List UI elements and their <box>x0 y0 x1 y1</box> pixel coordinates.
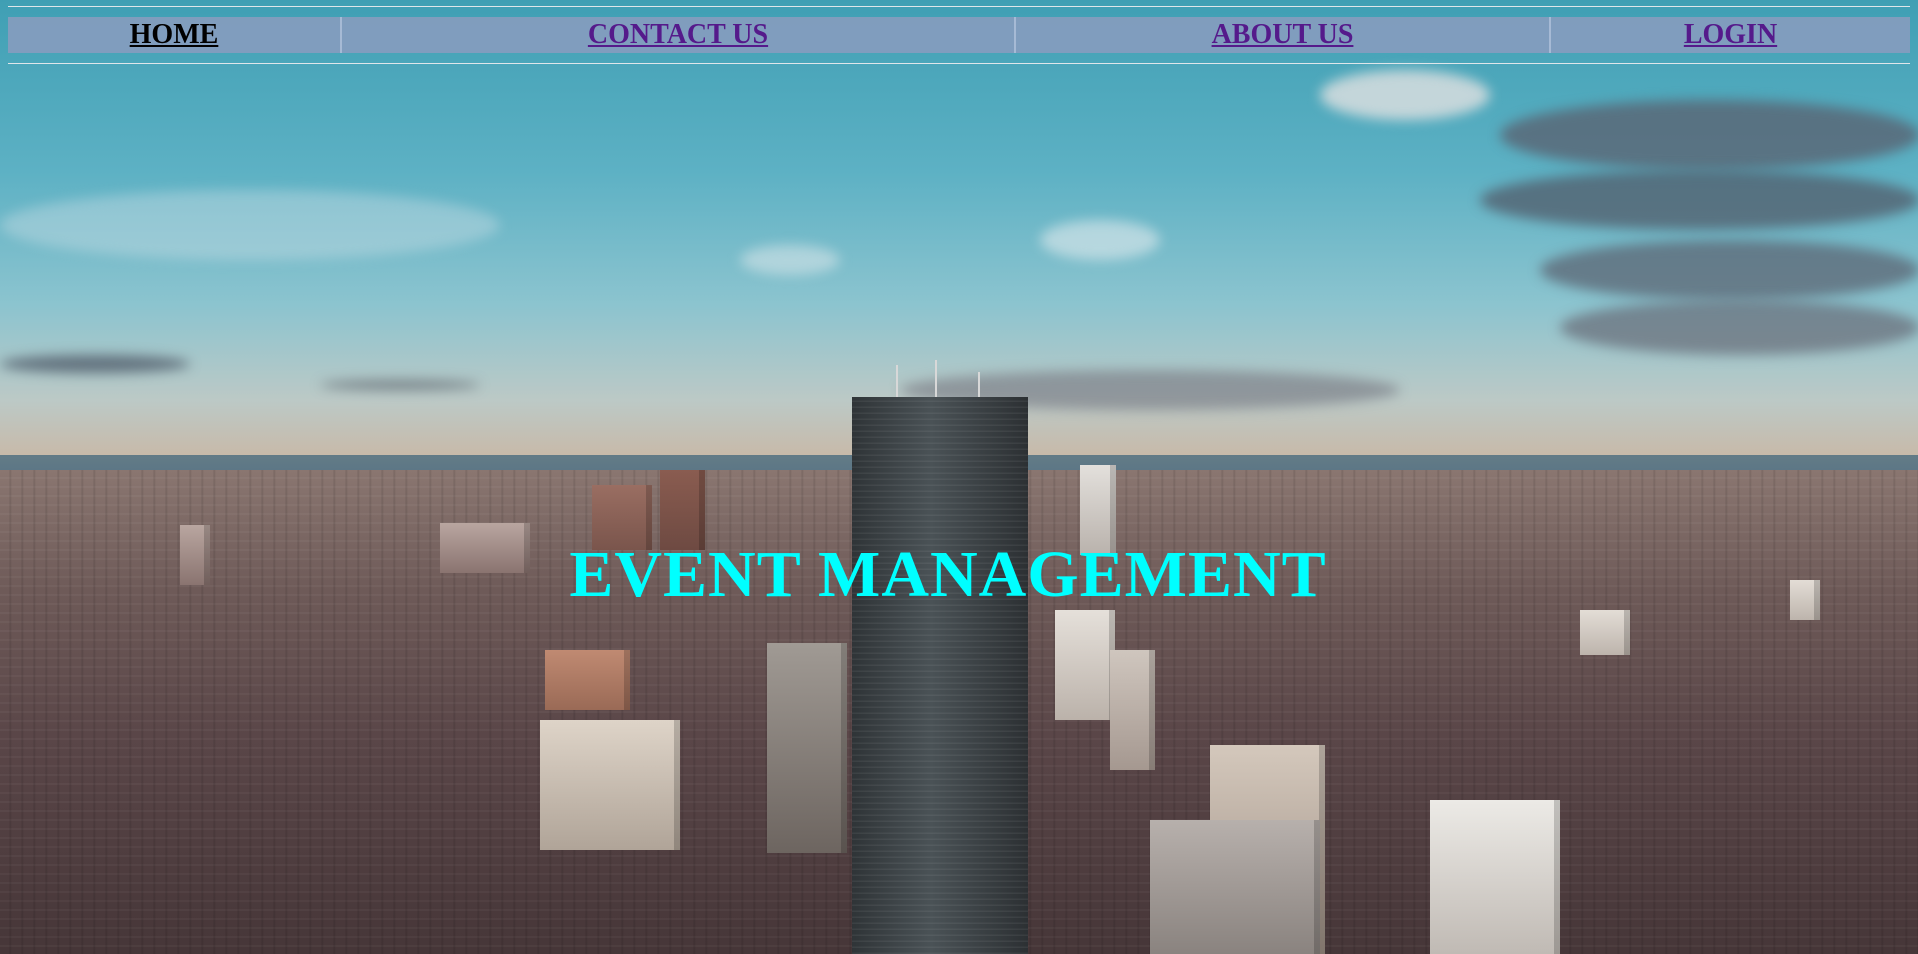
nav-link-home[interactable]: HOME <box>8 17 342 53</box>
hero-title: EVENT MANAGEMENT <box>569 538 1327 611</box>
top-navbar: HOME CONTACT US ABOUT US LOGIN <box>8 6 1910 64</box>
nav-link-contact-us[interactable]: CONTACT US <box>342 17 1016 53</box>
page: HOME CONTACT US ABOUT US LOGIN EVENT MAN… <box>0 0 1918 954</box>
nav-link-login[interactable]: LOGIN <box>1551 17 1910 53</box>
nav-menu: HOME CONTACT US ABOUT US LOGIN <box>8 17 1910 53</box>
nav-link-about-us[interactable]: ABOUT US <box>1016 17 1551 53</box>
